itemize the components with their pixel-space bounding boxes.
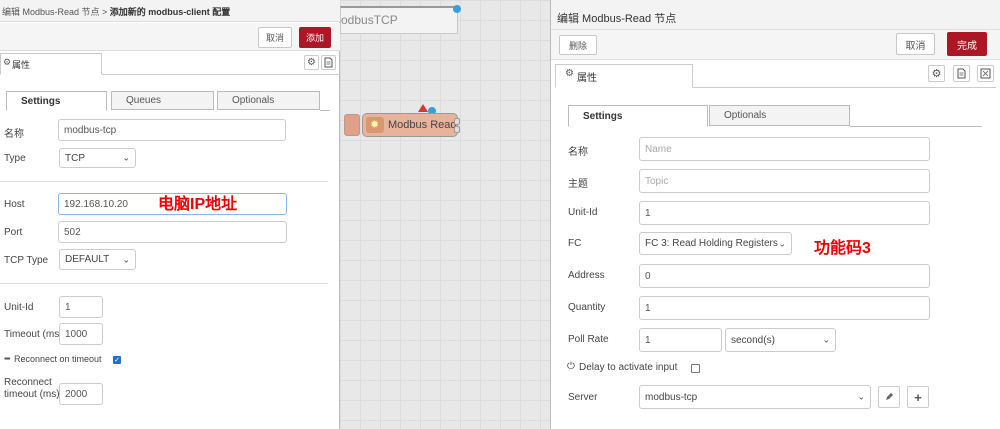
server-select[interactable]: modbus-tcp ⌄	[639, 385, 871, 409]
grid-icon: ▪▪▪	[4, 354, 10, 363]
reconnect-checkbox[interactable]: ✓	[113, 356, 121, 364]
delete-button[interactable]: 删除	[559, 35, 597, 55]
fc-label: FC	[568, 238, 582, 249]
host-annotation: 电脑IP地址	[158, 196, 238, 213]
poll-unit-value: second(s)	[731, 334, 775, 346]
cancel-button[interactable]: 取消	[896, 33, 935, 55]
chevron-down-icon: ⌄	[122, 254, 130, 264]
done-button[interactable]: 完成	[947, 32, 987, 56]
name-label: 名称	[568, 147, 588, 158]
properties-tab[interactable]	[555, 64, 693, 88]
node-icon-box: ✹	[366, 117, 384, 133]
unit-id-label: Unit-Id	[4, 302, 34, 313]
reconnect-timeout-input[interactable]: 2000	[59, 383, 103, 405]
topic-label: 主题	[568, 179, 588, 190]
unit-id-label: Unit-Id	[568, 207, 598, 218]
plus-icon[interactable]: +	[907, 386, 929, 408]
pencil-icon[interactable]	[878, 386, 900, 408]
fc-select-value: FC 3: Read Holding Registers	[645, 238, 778, 249]
properties-label: 属性	[12, 60, 31, 70]
poll-rate-label: Poll Rate	[568, 334, 609, 345]
topic-input[interactable]: Topic	[639, 169, 930, 193]
add-button[interactable]: 添加	[299, 27, 331, 48]
tab-settings[interactable]: Settings	[568, 105, 708, 127]
host-label: Host	[4, 199, 25, 210]
name-placeholder: Name	[645, 143, 672, 155]
node-output-port[interactable]	[454, 126, 460, 133]
name-input[interactable]: Name	[639, 137, 930, 161]
document-icon[interactable]	[953, 65, 970, 82]
unit-id-input[interactable]: 1	[639, 201, 930, 225]
chevron-down-icon: ⌄	[857, 391, 865, 402]
tcp-type-value: DEFAULT	[65, 254, 110, 265]
tab-optionals[interactable]: Optionals	[217, 91, 320, 110]
delay-checkbox[interactable]	[691, 364, 700, 373]
title-main: 添加新的 modbus-client 配置	[109, 7, 231, 17]
chevron-down-icon: ⌄	[778, 238, 786, 248]
config-editor-title: 编辑 Modbus-Read 节点 > 添加新的 modbus-client 配…	[0, 0, 340, 22]
title-breadcrumb: 编辑 Modbus-Read 节点 >	[2, 7, 110, 17]
node-stub[interactable]	[344, 114, 360, 136]
properties-label: 属性	[577, 73, 597, 84]
poll-rate-input[interactable]: 1	[639, 328, 722, 352]
gear-icon: ⚙	[565, 68, 574, 79]
server-label: Server	[568, 392, 598, 403]
type-select[interactable]: TCP ⌄	[59, 148, 136, 168]
chevron-down-icon: ⌄	[122, 152, 130, 163]
poll-unit-select[interactable]: second(s) ⌄	[725, 328, 836, 352]
delay-label: Delay to activate input	[579, 362, 678, 373]
timeout-label: Timeout (ms)	[4, 329, 63, 340]
type-label: Type	[4, 153, 26, 164]
type-select-value: TCP	[65, 152, 85, 164]
fc-annotation: 功能码3	[814, 240, 871, 257]
fc-select[interactable]: FC 3: Read Holding Registers ⌄	[639, 232, 792, 255]
gear-icon: ⚙	[3, 57, 12, 67]
tab-settings[interactable]: Settings	[6, 91, 107, 111]
reconnect-timeout-label-1: Reconnect	[4, 377, 52, 388]
modbus-read-node[interactable]: ✹ Modbus Read	[362, 113, 458, 137]
address-label: Address	[568, 270, 605, 281]
port-input[interactable]: 502	[58, 221, 287, 243]
topic-placeholder: Topic	[645, 175, 669, 187]
gear-icon[interactable]: ⚙	[304, 55, 319, 70]
tab-optionals[interactable]: Optionals	[709, 105, 850, 126]
tcp-type-select[interactable]: DEFAULT ⌄	[59, 249, 136, 270]
unit-id-input[interactable]: 1	[59, 296, 103, 318]
node-output-port[interactable]	[454, 118, 460, 125]
quantity-label: Quantity	[568, 302, 606, 313]
document-icon[interactable]	[321, 55, 336, 70]
config-editor-panel: 编辑 Modbus-Read 节点 > 添加新的 modbus-client 配…	[0, 0, 340, 429]
gear-icon: ✹	[370, 119, 380, 131]
flow-tab[interactable]: odbusTCP	[340, 6, 458, 34]
cancel-button[interactable]: 取消	[258, 27, 292, 48]
port-label: Port	[4, 227, 23, 238]
node-label: Modbus Read	[388, 119, 457, 131]
quantity-input[interactable]: 1	[639, 296, 930, 320]
node-error-triangle	[418, 104, 428, 112]
flow-canvas[interactable]: odbusTCP ✹ Modbus Read	[340, 0, 550, 429]
tcp-type-label: TCP Type	[4, 255, 49, 266]
name-input[interactable]: modbus-tcp	[58, 119, 286, 141]
gear-icon[interactable]: ⚙	[928, 65, 945, 82]
reconnect-timeout-label-2: timeout (ms)	[4, 389, 60, 400]
reconnect-label: Reconnect on timeout	[14, 354, 102, 364]
tab-status-dot	[453, 5, 461, 13]
node-editor-title: 编辑 Modbus-Read 节点	[551, 0, 1000, 30]
address-input[interactable]: 0	[639, 264, 930, 288]
power-icon: ⏻	[567, 361, 575, 372]
server-select-value: modbus-tcp	[645, 391, 698, 403]
frame-icon[interactable]	[977, 65, 994, 82]
timeout-input[interactable]: 1000	[59, 323, 103, 345]
flow-tab-label: odbusTCP	[341, 13, 398, 27]
name-label: 名称	[4, 129, 24, 140]
tab-queues[interactable]: Queues	[111, 91, 214, 110]
chevron-down-icon: ⌄	[822, 334, 830, 345]
node-editor-panel: 编辑 Modbus-Read 节点 删除 取消 完成 ⚙ 属性 ⚙ Settin…	[550, 0, 1000, 429]
